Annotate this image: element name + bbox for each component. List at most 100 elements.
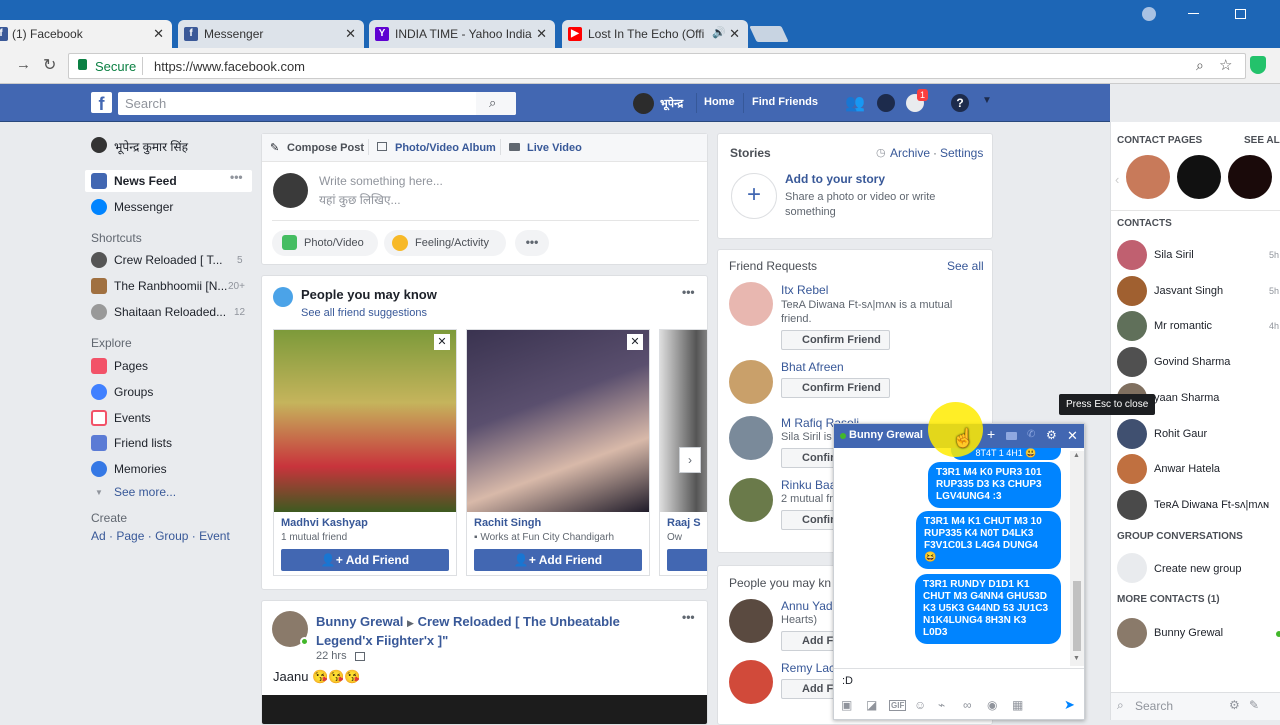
post-timestamp[interactable]: 22 hrs bbox=[316, 650, 347, 662]
more-options-icon[interactable]: ••• bbox=[682, 285, 695, 299]
close-tab-icon[interactable]: ✕ bbox=[536, 26, 547, 42]
contact-item[interactable]: Mr romantic 4h bbox=[1111, 311, 1280, 341]
see-all-link[interactable]: See all bbox=[947, 259, 984, 273]
requester-name[interactable]: Rinku Baa bbox=[781, 478, 836, 492]
nav-item-events[interactable]: Events bbox=[91, 410, 251, 428]
contact-item[interactable]: Govind Sharma bbox=[1111, 347, 1280, 377]
send-icon[interactable]: ➤ bbox=[1064, 697, 1075, 713]
avatar[interactable] bbox=[633, 93, 654, 114]
chat-contact-name[interactable]: Bunny Grewal bbox=[849, 429, 923, 441]
close-icon[interactable]: ✕ bbox=[627, 334, 643, 350]
nav-item-news-feed[interactable]: News Feed ••• bbox=[85, 170, 252, 192]
friend-requests-icon[interactable]: 👥 bbox=[845, 93, 865, 113]
avatar[interactable] bbox=[729, 660, 773, 704]
tab-compose-post[interactable]: Compose Post bbox=[287, 142, 364, 154]
bookmark-star-icon[interactable]: ☆ bbox=[1219, 56, 1232, 74]
feeling-activity-button[interactable]: Feeling/Activity bbox=[384, 230, 506, 256]
scrollbar-thumb[interactable] bbox=[1073, 581, 1081, 651]
add-story-button[interactable]: + bbox=[731, 173, 777, 219]
more-options-icon[interactable]: ••• bbox=[230, 170, 243, 184]
nav-item-memories[interactable]: Memories bbox=[91, 461, 251, 479]
chevron-left-icon[interactable]: ‹ bbox=[1115, 172, 1119, 187]
link-icon[interactable]: ∞ bbox=[963, 698, 972, 712]
avatar[interactable] bbox=[729, 282, 773, 326]
profile-photo[interactable] bbox=[467, 330, 649, 512]
close-icon[interactable]: ✕ bbox=[434, 334, 450, 350]
nav-item-messenger[interactable]: Messenger bbox=[91, 199, 251, 217]
phone-icon[interactable]: ✆ bbox=[1027, 429, 1035, 440]
avatar[interactable] bbox=[729, 416, 773, 460]
profile-photo[interactable] bbox=[660, 330, 707, 512]
table-icon[interactable]: ▦ bbox=[1012, 698, 1023, 712]
add-participant-icon[interactable]: + bbox=[987, 426, 995, 442]
create-ad-link[interactable]: Ad bbox=[91, 529, 106, 543]
confirm-friend-button[interactable]: Confirm Friend bbox=[781, 330, 890, 350]
requester-name[interactable]: Itx Rebel bbox=[781, 283, 828, 297]
confirm-friend-button[interactable]: Confirm Friend bbox=[781, 378, 890, 398]
person-name[interactable]: Remy Lac bbox=[781, 661, 835, 675]
help-icon[interactable]: ? bbox=[951, 94, 969, 112]
extension-shield-icon[interactable] bbox=[1250, 56, 1266, 74]
profile-name-link[interactable]: भूपेन्द्र कुमार सिंह bbox=[114, 138, 188, 155]
photo-icon[interactable]: ▣ bbox=[841, 698, 852, 712]
profile-photo[interactable] bbox=[274, 330, 456, 512]
find-friends-link[interactable]: Find Friends bbox=[752, 96, 818, 108]
contact-page-avatar[interactable] bbox=[1228, 155, 1272, 199]
create-page-link[interactable]: Page bbox=[116, 529, 144, 543]
tab-facebook[interactable]: f (1) Facebook ✕ bbox=[0, 20, 172, 48]
avatar[interactable] bbox=[729, 478, 773, 522]
gif-icon[interactable]: GIF bbox=[889, 700, 907, 711]
shortcut-item[interactable]: Shaitaan Reloaded... 12 bbox=[91, 304, 251, 322]
chat-scrollbar[interactable]: ▲ ▼ bbox=[1070, 451, 1084, 666]
contact-page-avatar[interactable] bbox=[1126, 155, 1170, 199]
create-group-item[interactable]: Create new group bbox=[1111, 553, 1280, 583]
create-group-link[interactable]: Group bbox=[155, 529, 188, 543]
messenger-icon[interactable] bbox=[877, 94, 895, 112]
add-friend-button[interactable] bbox=[667, 549, 707, 571]
see-all-link[interactable]: SEE AL bbox=[1244, 135, 1280, 146]
forward-icon[interactable]: → bbox=[16, 56, 31, 73]
reload-icon[interactable]: ↻ bbox=[43, 55, 56, 75]
tab-youtube[interactable]: ▶ Lost In The Echo (Offi 🔊 ✕ bbox=[562, 20, 748, 48]
new-tab-button[interactable] bbox=[749, 26, 789, 42]
contact-item[interactable]: Anwar Hatela bbox=[1111, 454, 1280, 484]
close-tab-icon[interactable]: ✕ bbox=[153, 26, 164, 42]
shortcut-item[interactable]: Crew Reloaded [ T... 5 bbox=[91, 252, 251, 270]
profile-link[interactable]: भूपेन्द्र bbox=[660, 96, 683, 111]
close-tab-icon[interactable]: ✕ bbox=[345, 26, 356, 42]
avatar[interactable] bbox=[729, 599, 773, 643]
photo-video-button[interactable]: Photo/Video bbox=[272, 230, 378, 256]
close-chat-icon[interactable]: ✕ bbox=[1067, 428, 1078, 444]
see-all-suggestions-link[interactable]: See all friend suggestions bbox=[301, 307, 427, 319]
audio-playing-icon[interactable]: 🔊 bbox=[712, 26, 726, 39]
compose-icon[interactable]: ✎ bbox=[1249, 698, 1259, 712]
attachment-icon[interactable]: ⌁ bbox=[938, 698, 945, 712]
shortcut-item[interactable]: The Ranbhoomii [N... 20+ bbox=[91, 278, 251, 296]
camera-icon[interactable]: ◉ bbox=[987, 698, 997, 712]
avatar[interactable] bbox=[91, 137, 107, 153]
see-more-link[interactable]: See more... bbox=[114, 485, 176, 499]
gear-icon[interactable]: ⚙ bbox=[1229, 698, 1240, 712]
video-call-icon[interactable] bbox=[1006, 432, 1017, 440]
chat-message-input[interactable]: :D bbox=[842, 675, 1072, 693]
next-arrow-icon[interactable]: › bbox=[679, 447, 701, 473]
nav-item-pages[interactable]: Pages bbox=[91, 358, 251, 376]
contact-page-avatar[interactable] bbox=[1177, 155, 1221, 199]
home-link[interactable]: Home bbox=[704, 96, 735, 108]
post-author-link[interactable]: Bunny Grewal bbox=[316, 614, 403, 629]
contact-item[interactable]: Rohit Gaur bbox=[1111, 419, 1280, 449]
minimize-icon[interactable] bbox=[1188, 13, 1199, 14]
tab-photo-video-album[interactable]: Photo/Video Album bbox=[395, 142, 496, 154]
nav-item-groups[interactable]: Groups bbox=[91, 384, 251, 402]
contact-item[interactable]: TeʀA Diwaɴa Ft-sʌ|mʌɴ bbox=[1111, 490, 1280, 520]
profile-icon[interactable] bbox=[1142, 7, 1156, 21]
url-field[interactable]: Secure https://www.facebook.com ⌕ ☆ bbox=[68, 53, 1246, 79]
contact-item[interactable]: Sila Siril 5h bbox=[1111, 240, 1280, 270]
requester-name[interactable]: Bhat Afreen bbox=[781, 360, 844, 374]
archive-link[interactable]: Archive bbox=[890, 146, 930, 160]
maximize-icon[interactable] bbox=[1235, 9, 1246, 19]
search-input[interactable]: Search ⌕ bbox=[118, 92, 516, 115]
more-options-icon[interactable]: ••• bbox=[515, 230, 549, 256]
contact-item[interactable]: Jasvant Singh 5h bbox=[1111, 276, 1280, 306]
tab-live-video[interactable]: Live Video bbox=[527, 142, 582, 154]
